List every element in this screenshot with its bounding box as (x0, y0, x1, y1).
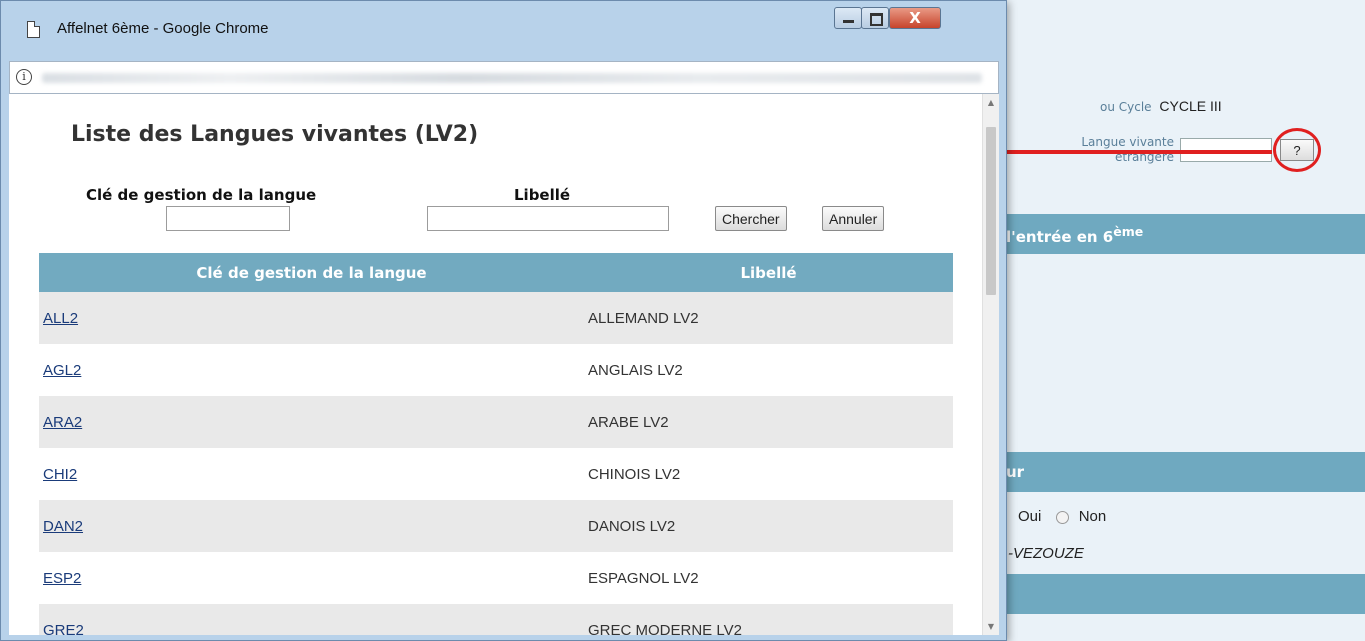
table-cell-libelle: CHINOIS LV2 (584, 448, 953, 500)
table-cell-libelle: ALLEMAND LV2 (584, 292, 953, 344)
libelle-search-label: Libellé (514, 186, 571, 204)
table-cell-libelle: ESPAGNOL LV2 (584, 552, 953, 604)
close-icon: X (909, 9, 921, 27)
table-cell-key: CHI2 (39, 448, 584, 500)
languages-table: Clé de gestion de la langue Libellé ALL2… (39, 253, 953, 635)
cycle-value: CYCLE III (1159, 98, 1222, 114)
table-row: ESP2 ESPAGNOL LV2 (39, 552, 953, 604)
key-search-input[interactable] (166, 206, 290, 231)
section-entree-text: l'entrée en 6 (1006, 228, 1114, 246)
minimize-button[interactable] (834, 7, 862, 29)
search-button[interactable]: Chercher (715, 206, 787, 231)
scroll-up-icon[interactable]: ▲ (983, 94, 999, 111)
table-row: ALL2 ALLEMAND LV2 (39, 292, 953, 344)
radio-non-label[interactable]: Non (1079, 508, 1107, 525)
maximize-icon (870, 13, 883, 26)
table-cell-libelle: GREC MODERNE LV2 (584, 604, 953, 635)
section-entree-sup: ème (1113, 224, 1144, 239)
table-cell-libelle: ANGLAIS LV2 (584, 344, 953, 396)
column-header-libelle: Libellé (584, 253, 953, 292)
info-icon[interactable]: i (16, 69, 32, 85)
table-row: DAN2 DANOIS LV2 (39, 500, 953, 552)
cancel-button[interactable]: Annuler (822, 206, 885, 231)
page-title: Liste des Langues vivantes (LV2) (71, 122, 479, 147)
table-cell-key: ARA2 (39, 396, 584, 448)
radio-oui-label[interactable]: Oui (1018, 508, 1041, 525)
language-key-link[interactable]: ARA2 (43, 414, 82, 431)
highlight-circle (1273, 128, 1321, 172)
popup-window: Affelnet 6ème - Google Chrome X i Liste … (0, 0, 1007, 641)
scroll-down-icon[interactable]: ▼ (983, 618, 999, 635)
table-cell-libelle: DANOIS LV2 (584, 500, 953, 552)
blurred-url (42, 73, 982, 83)
vertical-scrollbar[interactable]: ▲ ▼ (982, 94, 999, 635)
table-cell-key: DAN2 (39, 500, 584, 552)
window-titlebar[interactable]: Affelnet 6ème - Google Chrome X (1, 1, 1006, 61)
language-key-link[interactable]: CHI2 (43, 466, 77, 483)
language-key-link[interactable]: ALL2 (43, 310, 78, 327)
commune-text: -VEZOUZE (1008, 545, 1084, 562)
cycle-label: ou Cycle (1100, 100, 1152, 114)
table-header-row: Clé de gestion de la langue Libellé (39, 253, 953, 292)
key-search-label: Clé de gestion de la langue (86, 186, 317, 204)
table-row: ARA2 ARABE LV2 (39, 396, 953, 448)
section-band-3 (1000, 574, 1365, 614)
section-2-text: ur (1006, 463, 1025, 481)
cycle-field: ou Cycle CYCLE III (1100, 98, 1222, 114)
page-icon (27, 21, 40, 38)
table-cell-libelle: ARABE LV2 (584, 396, 953, 448)
address-bar[interactable]: i (9, 61, 999, 94)
language-key-link[interactable]: DAN2 (43, 518, 83, 535)
column-header-key: Clé de gestion de la langue (39, 253, 584, 292)
language-key-link[interactable]: ESP2 (43, 570, 81, 587)
maximize-button[interactable] (861, 7, 889, 29)
table-row: CHI2 CHINOIS LV2 (39, 448, 953, 500)
popup-content: Liste des Langues vivantes (LV2) Clé de … (9, 94, 999, 635)
table-cell-key: GRE2 (39, 604, 584, 635)
oui-non-radio-group: Oui Non (1018, 508, 1106, 525)
table-cell-key: AGL2 (39, 344, 584, 396)
language-key-link[interactable]: GRE2 (43, 622, 84, 636)
table-row: AGL2 ANGLAIS LV2 (39, 344, 953, 396)
radio-non[interactable] (1055, 510, 1069, 524)
table-row: GRE2 GREC MODERNE LV2 (39, 604, 953, 635)
language-key-link[interactable]: AGL2 (43, 362, 81, 379)
close-button[interactable]: X (889, 7, 941, 29)
window-title: Affelnet 6ème - Google Chrome (57, 20, 269, 37)
scrollbar-thumb[interactable] (986, 127, 996, 295)
section-band-entree: l'entrée en 6ème (1000, 214, 1365, 254)
libelle-search-input[interactable] (427, 206, 669, 231)
section-band-2: ur (1000, 452, 1365, 492)
table-cell-key: ALL2 (39, 292, 584, 344)
table-cell-key: ESP2 (39, 552, 584, 604)
minimize-icon (843, 20, 854, 23)
